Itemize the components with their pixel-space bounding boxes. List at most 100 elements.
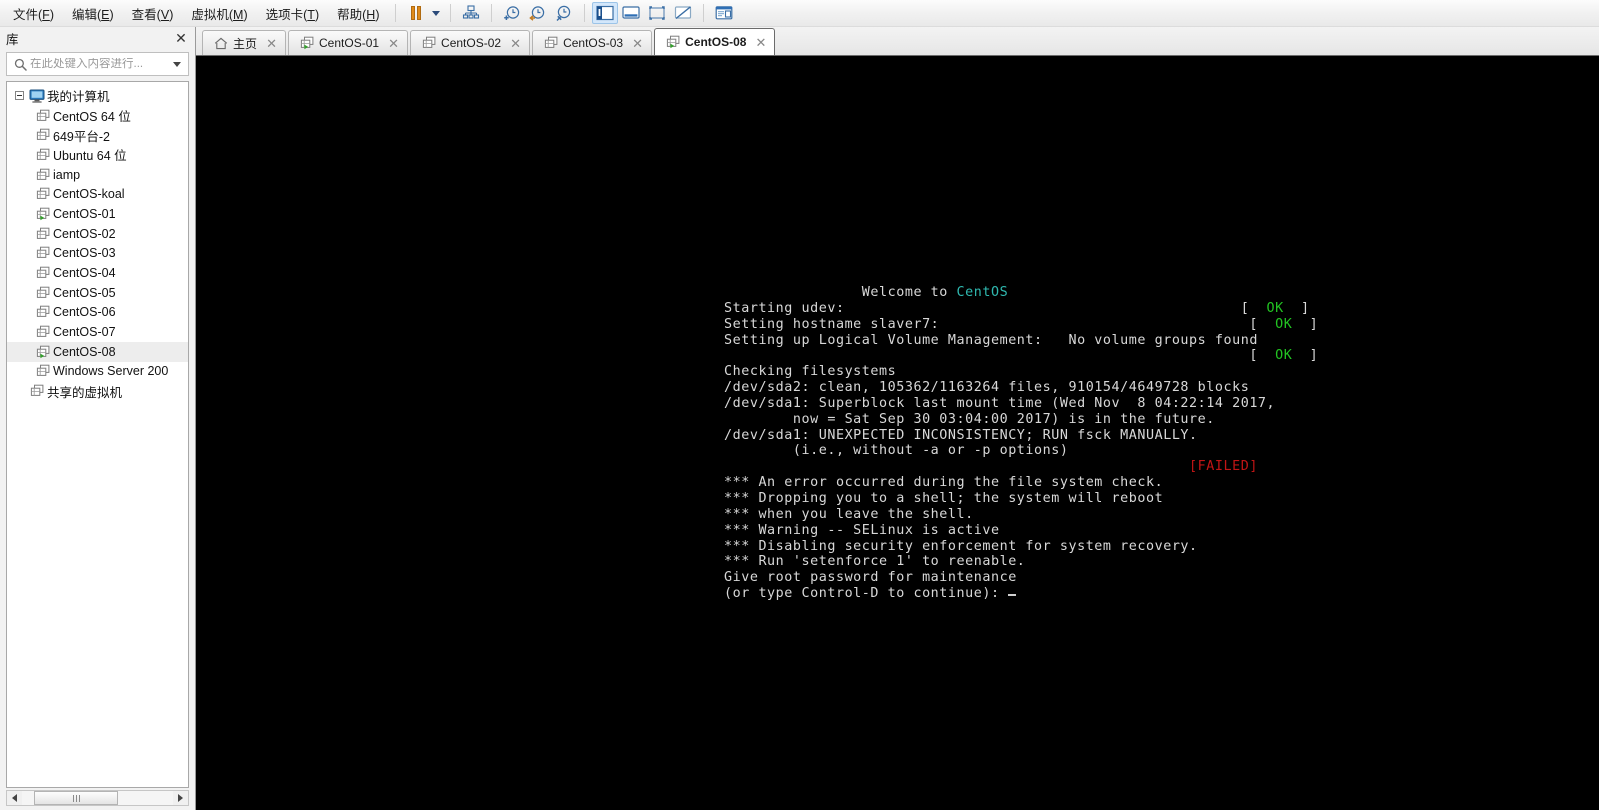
take-snapshot-button[interactable] <box>499 2 525 24</box>
vm-icon-wrap <box>33 264 53 283</box>
collapse-expander-icon[interactable] <box>11 86 27 105</box>
vm-tree: 我的计算机 CentOS 64 位 649平台-2 Ubuntu 64 位 iamp Ce… <box>7 82 188 401</box>
toolbar-divider-3 <box>491 4 493 22</box>
terminal-line: [ OK ] <box>724 348 1318 364</box>
main-body: 库 ✕ 我的计算机Cen <box>0 27 1599 810</box>
vm-icon <box>36 109 49 121</box>
tab-close-icon[interactable]: ✕ <box>753 35 768 50</box>
tree-item-label: CentOS 64 位 <box>53 110 131 125</box>
terminal-text: ] <box>1292 348 1319 364</box>
vm-icon <box>544 36 557 48</box>
my-computer-icon-wrap <box>27 86 47 105</box>
tree-item-iamp[interactable]: iamp <box>7 165 188 185</box>
tree-item-ubuntu-64-位[interactable]: Ubuntu 64 位 <box>7 145 188 165</box>
vm-icon <box>36 306 49 318</box>
menu-item-5[interactable]: 选项卡(T) <box>257 0 328 27</box>
tab-close-icon[interactable]: ✕ <box>508 36 523 51</box>
tree-item-label: CentOS-koal <box>53 187 125 202</box>
revert-snapshot-button[interactable] <box>525 2 551 24</box>
tab-centos-08[interactable]: CentOS-08 ✕ <box>654 28 776 55</box>
scroll-right-icon[interactable] <box>173 791 188 805</box>
menu-item-3[interactable]: 查看(V) <box>123 0 183 27</box>
tab-centos-02[interactable]: CentOS-02 ✕ <box>410 30 531 55</box>
vm-icon-wrap <box>33 342 53 361</box>
terminal-line: Welcome to CentOS <box>724 285 1318 301</box>
search-icon <box>10 54 30 74</box>
terminal-text: Setting hostname slaver7: [ <box>724 316 1276 332</box>
console-view-button[interactable] <box>618 2 644 24</box>
menu-item-1[interactable]: 文件(F) <box>4 0 63 27</box>
terminal-line: [FAILED] <box>724 459 1318 475</box>
tab-centos-01[interactable]: CentOS-01 ✕ <box>288 30 409 55</box>
tab-close-icon[interactable]: ✕ <box>386 36 401 51</box>
tab-close-icon[interactable]: ✕ <box>264 36 279 51</box>
tree-item-windows-server-200[interactable]: Windows Server 200 <box>7 362 188 382</box>
tree-item-centos-03[interactable]: CentOS-03 <box>7 244 188 264</box>
vm-icon <box>36 128 49 141</box>
power-dropdown[interactable] <box>429 2 443 24</box>
tab-close-icon[interactable]: ✕ <box>630 36 645 51</box>
tree-item-label: CentOS-05 <box>53 285 116 300</box>
vm-console[interactable]: Welcome to CentOS Starting udev: [ OK ] Se… <box>196 56 1599 810</box>
tree-item-label: CentOS-03 <box>53 246 116 261</box>
terminal-cursor <box>1008 594 1017 597</box>
menu-item-2[interactable]: 编辑(E) <box>63 0 123 27</box>
terminal-text: *** An error occurred during the file sy… <box>724 475 1164 491</box>
tree-item-centos-05[interactable]: CentOS-05 <box>7 283 188 303</box>
menu-items-container: 文件(F) 编辑(E) 查看(V) 虚拟机(M) 选项卡(T) 帮助(H) <box>4 0 388 27</box>
menu-item-label: 查看( <box>131 7 161 22</box>
fullscreen-button[interactable] <box>644 2 670 24</box>
search-box[interactable] <box>6 52 189 76</box>
tree-item-我的计算机[interactable]: 我的计算机 <box>7 86 188 106</box>
library-sidebar: 库 ✕ 我的计算机Cen <box>0 27 196 810</box>
chevron-down-icon <box>432 10 441 16</box>
tree-item-centos-02[interactable]: CentOS-02 <box>7 224 188 244</box>
terminal-text: /dev/sda1: UNEXPECTED INCONSISTENCY; RUN… <box>724 427 1198 443</box>
tree-item-centos-64-位[interactable]: CentOS 64 位 <box>7 106 188 126</box>
unity-mode-button[interactable] <box>670 2 696 24</box>
unity-mode-icon <box>675 6 692 20</box>
tree-item-centos-04[interactable]: CentOS-04 <box>7 263 188 283</box>
show-library-button[interactable] <box>592 2 619 24</box>
tree-item-centos-08[interactable]: CentOS-08 <box>7 341 188 362</box>
menu-mnemonic: F <box>42 7 50 22</box>
tree-item-label: CentOS-08 <box>53 344 116 359</box>
tree-item-centos-07[interactable]: CentOS-07 <box>7 322 188 342</box>
terminal-line: *** when you leave the shell. <box>724 507 1318 523</box>
menu-item-4[interactable]: 虚拟机(M) <box>182 0 256 27</box>
terminal-text: ] <box>1283 300 1310 316</box>
scrollbar-thumb[interactable] <box>34 791 118 805</box>
search-input[interactable] <box>30 58 169 70</box>
tree-item-centos-01[interactable]: CentOS-01 <box>7 204 188 224</box>
vm-icon-wrap <box>420 34 438 52</box>
vm-tree-panel[interactable]: 我的计算机 CentOS 64 位 649平台-2 Ubuntu 64 位 iamp Ce… <box>6 81 189 788</box>
vm-icon-wrap <box>33 165 53 184</box>
toolbar-divider-2 <box>450 4 452 22</box>
pause-icon <box>411 6 422 20</box>
snapshot-manager-button[interactable] <box>551 2 577 24</box>
tab-主页[interactable]: 主页 ✕ <box>202 30 287 55</box>
close-icon[interactable]: ✕ <box>173 30 189 46</box>
menu-item-6[interactable]: 帮助(H) <box>328 0 388 27</box>
tree-item-centos-06[interactable]: CentOS-06 <box>7 303 188 323</box>
suspend-button[interactable] <box>403 2 429 24</box>
scrollbar-track[interactable] <box>22 791 173 805</box>
tab-centos-03[interactable]: CentOS-03 ✕ <box>532 30 653 55</box>
tree-item-649平台-2[interactable]: 649平台-2 <box>7 125 188 145</box>
terminal-line: Setting up Logical Volume Management: No… <box>724 333 1318 349</box>
terminal-line: Give root password for maintenance <box>724 570 1318 586</box>
my-computer-icon <box>29 89 45 103</box>
terminal-text: OK <box>1266 300 1284 316</box>
search-dropdown-button[interactable] <box>169 54 185 74</box>
tree-item-共享的虚拟机[interactable]: 共享的虚拟机 <box>7 381 188 401</box>
sidebar-horizontal-scrollbar[interactable] <box>6 790 189 806</box>
tree-item-centos-koal[interactable]: CentOS-koal <box>7 184 188 204</box>
scroll-left-icon[interactable] <box>7 791 22 805</box>
toolbar-divider-1 <box>395 4 397 22</box>
preferences-button[interactable] <box>711 2 737 24</box>
tree-item-label: iamp <box>53 167 81 182</box>
vm-icon <box>300 36 313 50</box>
vm-icon <box>36 227 49 239</box>
manage-snapshots-button[interactable] <box>458 2 484 24</box>
menu-item-label: 帮助( <box>337 7 367 22</box>
